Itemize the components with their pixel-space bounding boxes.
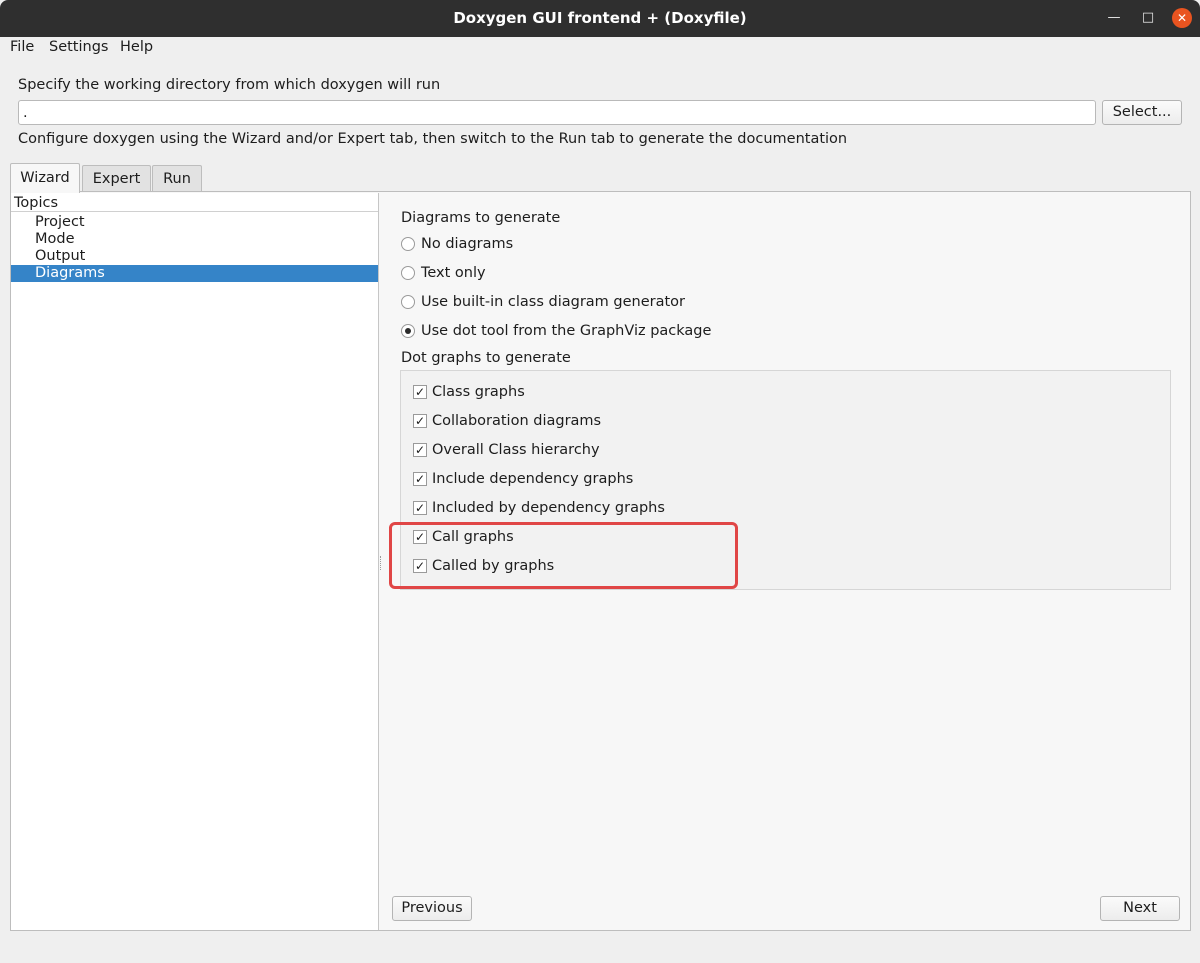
menu-help[interactable]: Help xyxy=(120,39,153,55)
tab-run[interactable]: Run xyxy=(152,165,202,192)
check-icon[interactable]: ✓ xyxy=(413,443,427,457)
radio-text-only[interactable] xyxy=(401,266,415,280)
title-bar: Doxygen GUI frontend + (Doxyfile) — □ ✕ xyxy=(0,0,1200,37)
tab-wizard[interactable]: Wizard xyxy=(10,163,80,193)
radio-label[interactable]: Use built-in class diagram generator xyxy=(421,294,685,310)
tab-expert[interactable]: Expert xyxy=(82,165,151,192)
radio-label[interactable]: Use dot tool from the GraphViz package xyxy=(421,323,711,339)
menu-bar: File Settings Help xyxy=(0,37,1200,59)
next-button[interactable]: Next xyxy=(1100,896,1180,921)
workdir-input[interactable] xyxy=(18,100,1096,125)
check-icon[interactable]: ✓ xyxy=(413,385,427,399)
close-icon[interactable]: ✕ xyxy=(1172,8,1192,28)
topic-project[interactable]: Project xyxy=(11,214,378,231)
window-title: Doxygen GUI frontend + (Doxyfile) xyxy=(453,9,747,27)
topics-header: Topics xyxy=(11,193,378,212)
topic-output[interactable]: Output xyxy=(11,248,378,265)
topics-tree: Topics Project Mode Output Diagrams xyxy=(11,193,379,930)
radio-no-diagrams[interactable] xyxy=(401,237,415,251)
check-icon[interactable]: ✓ xyxy=(413,414,427,428)
splitter-handle[interactable] xyxy=(380,556,382,570)
topic-mode[interactable]: Mode xyxy=(11,231,378,248)
previous-button[interactable]: Previous xyxy=(392,896,472,921)
radio-dot-tool[interactable] xyxy=(401,324,415,338)
select-button[interactable]: Select... xyxy=(1102,100,1182,125)
checkbox-included-by-dependency[interactable]: Included by dependency graphs xyxy=(432,500,665,516)
check-icon[interactable]: ✓ xyxy=(413,472,427,486)
highlight-box xyxy=(389,522,738,589)
checkbox-include-dependency[interactable]: Include dependency graphs xyxy=(432,471,633,487)
menu-file[interactable]: File xyxy=(10,39,34,55)
diagrams-heading: Diagrams to generate xyxy=(401,210,561,226)
menu-settings[interactable]: Settings xyxy=(49,39,108,55)
radio-builtin-generator[interactable] xyxy=(401,295,415,309)
workdir-label: Specify the working directory from which… xyxy=(18,77,441,93)
workdir-hint: Configure doxygen using the Wizard and/o… xyxy=(18,131,848,147)
topic-diagrams[interactable]: Diagrams xyxy=(11,265,378,282)
minimize-icon[interactable]: — xyxy=(1104,8,1124,28)
checkbox-class-graphs[interactable]: Class graphs xyxy=(432,384,525,400)
checkbox-collaboration-diagrams[interactable]: Collaboration diagrams xyxy=(432,413,601,429)
checkbox-class-hierarchy[interactable]: Overall Class hierarchy xyxy=(432,442,600,458)
radio-label[interactable]: Text only xyxy=(421,265,486,281)
check-icon[interactable]: ✓ xyxy=(413,501,427,515)
dot-graphs-heading: Dot graphs to generate xyxy=(401,350,571,366)
maximize-icon[interactable]: □ xyxy=(1138,8,1158,28)
radio-label[interactable]: No diagrams xyxy=(421,236,513,252)
